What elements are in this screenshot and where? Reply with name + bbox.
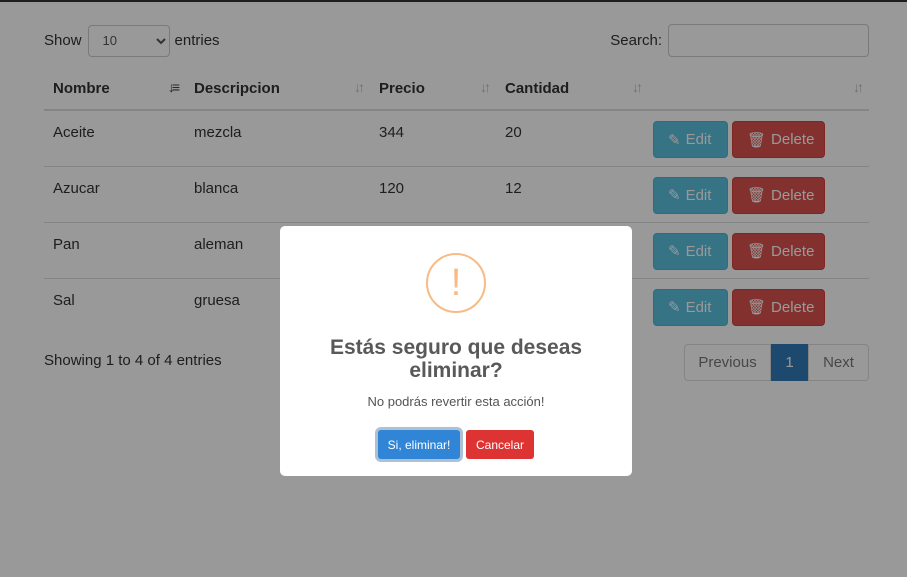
dialog-actions: Si, eliminar! Cancelar bbox=[280, 430, 632, 459]
dialog-title: Estás seguro que deseas eliminar? bbox=[329, 336, 583, 382]
warning-icon: ! bbox=[426, 253, 486, 313]
dialog-text: No podrás revertir esta acción! bbox=[367, 394, 545, 409]
confirm-delete-button[interactable]: Si, eliminar! bbox=[378, 430, 460, 459]
confirm-dialog: ! Estás seguro que deseas eliminar? No p… bbox=[280, 226, 632, 476]
cancel-button[interactable]: Cancelar bbox=[466, 430, 534, 459]
